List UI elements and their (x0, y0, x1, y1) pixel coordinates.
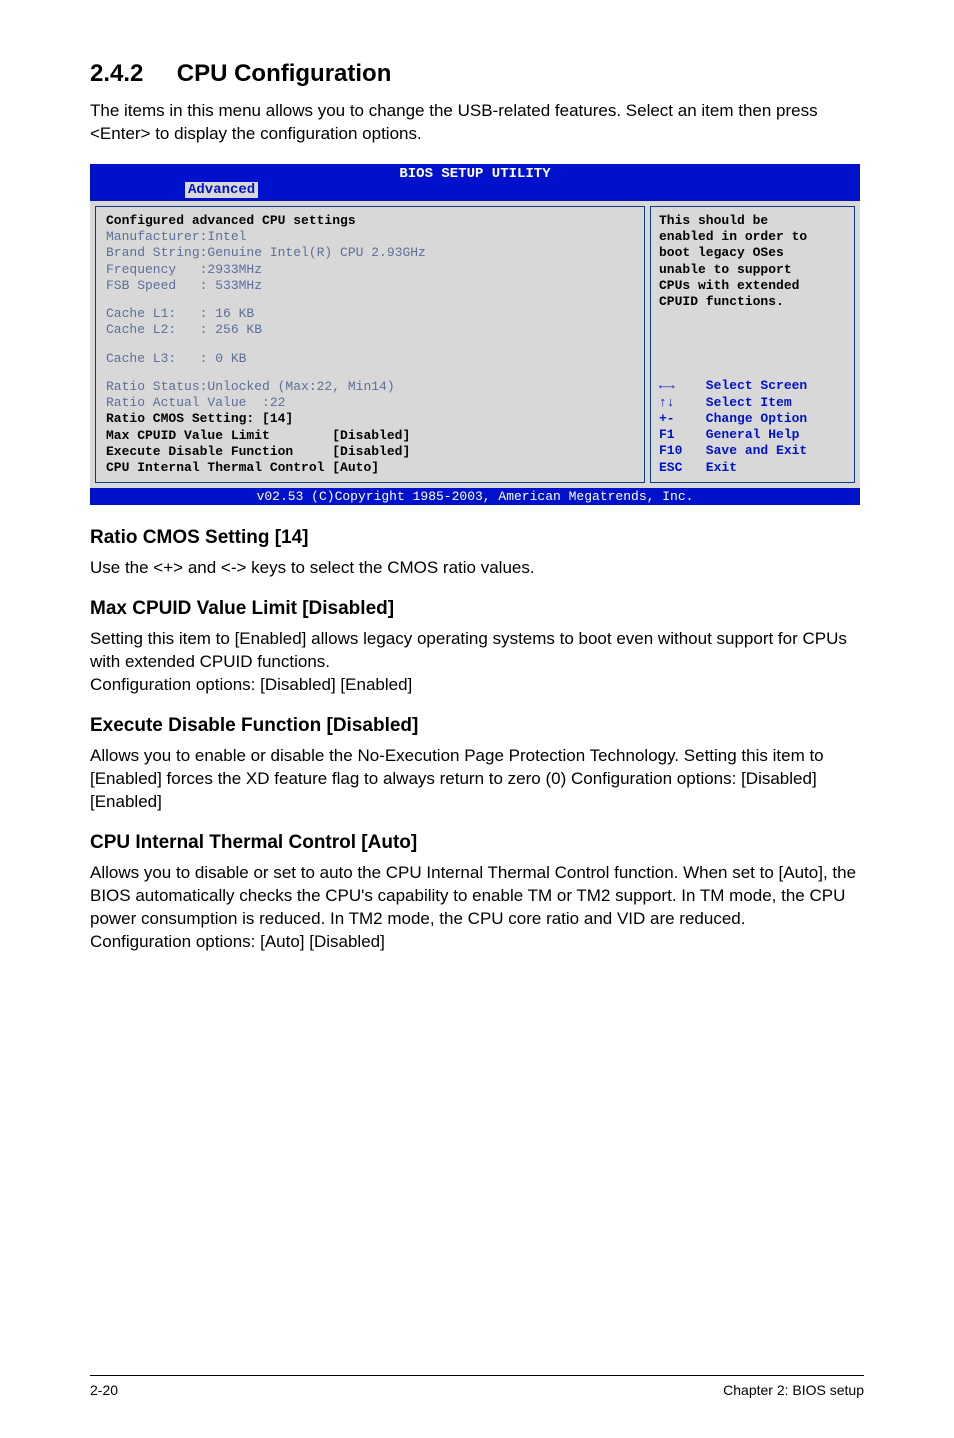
section-intro: The items in this menu allows you to cha… (90, 100, 874, 146)
bios-row-thermal[interactable]: CPU Internal Thermal Control [Auto] (106, 460, 634, 476)
footer-chapter: Chapter 2: BIOS setup (723, 1382, 864, 1398)
spacer (106, 294, 634, 306)
section-heading: 2.4.2 CPU Configuration (90, 60, 874, 88)
bios-tab-advanced[interactable]: Advanced (185, 182, 258, 198)
bios-row-ratio-status: Ratio Status:Unlocked (Max:22, Min14) (106, 379, 634, 395)
bios-right-panel: This should be enabled in order to boot … (650, 206, 855, 484)
section-title: CPU Configuration (177, 60, 392, 87)
bios-row-execute-disable[interactable]: Execute Disable Function [Disabled] (106, 444, 634, 460)
bios-body: Configured advanced CPU settings Manufac… (90, 201, 860, 489)
bios-row-cache-l1: Cache L1: : 16 KB (106, 306, 634, 322)
bios-left-panel: Configured advanced CPU settings Manufac… (95, 206, 645, 484)
bios-row-ratio-actual: Ratio Actual Value :22 (106, 395, 634, 411)
bios-row-max-cpuid[interactable]: Max CPUID Value Limit [Disabled] (106, 428, 634, 444)
sub3-body: Allows you to enable or disable the No-E… (90, 745, 874, 814)
bios-left-heading: Configured advanced CPU settings (106, 213, 634, 229)
bios-row-ratio-cmos[interactable]: Ratio CMOS Setting: [14] (106, 411, 634, 427)
bios-footer: v02.53 (C)Copyright 1985-2003, American … (90, 488, 860, 505)
sub4-body: Allows you to disable or set to auto the… (90, 862, 874, 954)
bios-row-brand: Brand String:Genuine Intel(R) CPU 2.93GH… (106, 245, 634, 261)
sub2-body: Setting this item to [Enabled] allows le… (90, 628, 874, 697)
sub1-body: Use the <+> and <-> keys to select the C… (90, 557, 874, 580)
bios-row-frequency: Frequency :2933MHz (106, 262, 634, 278)
sub1-heading: Ratio CMOS Setting [14] (90, 527, 874, 549)
page-footer: 2-20 Chapter 2: BIOS setup (90, 1375, 864, 1398)
section-number: 2.4.2 (90, 60, 143, 87)
bios-row-cache-l2: Cache L2: : 256 KB (106, 322, 634, 338)
bios-header: BIOS SETUP UTILITY Advanced (90, 164, 860, 201)
bios-row-manufacturer: Manufacturer:Intel (106, 229, 634, 245)
footer-page-number: 2-20 (90, 1382, 118, 1398)
sub4-heading: CPU Internal Thermal Control [Auto] (90, 832, 874, 854)
bios-screenshot: BIOS SETUP UTILITY Advanced Configured a… (90, 164, 860, 506)
sub2-heading: Max CPUID Value Limit [Disabled] (90, 598, 874, 620)
bios-row-fsb: FSB Speed : 533MHz (106, 278, 634, 294)
bios-title: BIOS SETUP UTILITY (90, 164, 860, 182)
sub3-heading: Execute Disable Function [Disabled] (90, 715, 874, 737)
bios-help-text: This should be enabled in order to boot … (659, 213, 846, 311)
spacer (106, 339, 634, 351)
bios-tab-row: Advanced (90, 182, 860, 201)
bios-row-cache-l3: Cache L3: : 0 KB (106, 351, 634, 367)
spacer (106, 367, 634, 379)
bios-nav-keys: ←→ Select Screen ↑↓ Select Item +- Chang… (659, 378, 846, 476)
